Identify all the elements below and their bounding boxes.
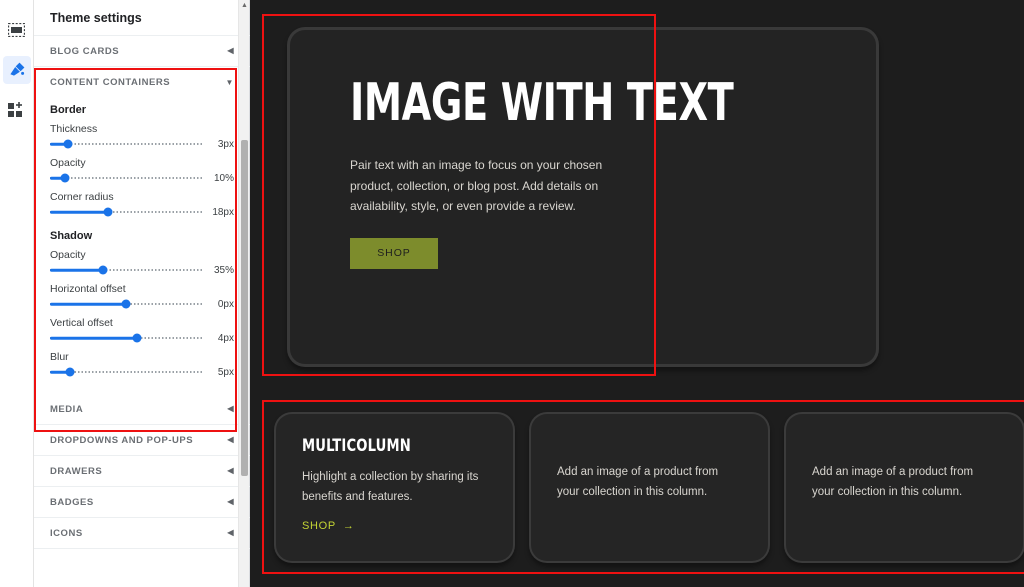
slider-track: [50, 143, 202, 145]
section-header-icons[interactable]: ICONS ◀: [34, 518, 250, 549]
section-header-content-containers[interactable]: CONTENT CONTAINERS ▼: [34, 67, 250, 98]
slider-value: 10%: [213, 172, 234, 184]
slider-value: 0px: [217, 298, 234, 310]
section-header-blog-cards[interactable]: BLOG CARDS ◀: [34, 36, 250, 67]
field-shadow-opacity: Opacity 35%: [50, 249, 234, 276]
theme-preview: IMAGE WITH TEXT Pair text with an image …: [250, 0, 1024, 587]
add-blocks-icon: [8, 102, 22, 117]
field-vertical-offset: Vertical offset 4px: [50, 317, 234, 344]
slider-thumb[interactable]: [60, 173, 70, 183]
chevron-left-icon: ◀: [227, 404, 234, 413]
slider-value: 5px: [217, 366, 234, 378]
section-label: DROPDOWNS AND POP-UPS: [50, 434, 194, 446]
field-border-thickness: Thickness 3px: [50, 123, 234, 150]
chevron-left-icon: ◀: [227, 46, 234, 55]
group-heading: Border: [50, 104, 87, 116]
field-label: Thickness: [50, 123, 98, 135]
scrollbar-thumb[interactable]: [241, 140, 248, 476]
slider-thumb[interactable]: [65, 367, 75, 377]
slider-border-opacity[interactable]: [50, 172, 202, 184]
field-label: Corner radius: [50, 191, 114, 203]
section-label: DRAWERS: [50, 465, 103, 477]
slider-track: [50, 177, 202, 179]
multicolumn-card-body: Add an image of a product from your coll…: [812, 466, 974, 499]
field-label: Horizontal offset: [50, 283, 126, 295]
multicolumn-card: MULTICOLUMN Highlight a collection by sh…: [274, 412, 515, 563]
panel-title: Theme settings: [34, 0, 250, 36]
field-label: Vertical offset: [50, 317, 113, 329]
icon-rail: [0, 0, 34, 587]
multicolumn-section: MULTICOLUMN Highlight a collection by sh…: [262, 400, 1024, 587]
group-heading: Shadow: [50, 230, 93, 242]
slider-corner-radius[interactable]: [50, 206, 202, 218]
image-with-text-card: IMAGE WITH TEXT Pair text with an image …: [287, 27, 879, 367]
slider-fill: [50, 302, 126, 306]
field-label: Opacity: [50, 157, 86, 169]
slider-border-thickness[interactable]: [50, 138, 202, 150]
slider-fill: [50, 210, 108, 214]
slider-shadow-opacity[interactable]: [50, 264, 202, 276]
section-label: CONTENT CONTAINERS: [50, 77, 171, 88]
slider-value: 18px: [212, 206, 234, 218]
section-label: MEDIA: [50, 403, 84, 415]
group-border: Border Thickness 3px Opacity 10% Corner …: [34, 104, 250, 224]
multicolumn-card: Add an image of a product from your coll…: [784, 412, 1024, 563]
multicolumn-card: Add an image of a product from your coll…: [529, 412, 770, 563]
chevron-down-icon: ▼: [225, 77, 234, 87]
scroll-up-arrow-icon[interactable]: ▲: [239, 0, 250, 11]
image-with-text-section: IMAGE WITH TEXT Pair text with an image …: [262, 4, 908, 390]
slider-thumb[interactable]: [98, 265, 108, 275]
field-label: Opacity: [50, 249, 86, 261]
hero-title: IMAGE WITH TEXT: [350, 73, 734, 133]
slider-value: 35%: [213, 264, 234, 276]
theme-brush-icon: [9, 62, 24, 76]
chevron-left-icon: ◀: [227, 435, 234, 444]
field-border-opacity: Opacity 10%: [50, 157, 234, 184]
rail-item-theme-settings[interactable]: [2, 56, 31, 84]
slider-thumb[interactable]: [103, 207, 113, 217]
slider-thumb[interactable]: [132, 333, 142, 343]
section-header-media[interactable]: MEDIA ◀: [34, 394, 250, 425]
hero-shop-button[interactable]: SHOP: [350, 237, 438, 269]
arrow-right-icon: →: [342, 520, 355, 533]
field-label: Blur: [50, 351, 69, 363]
section-label: BLOG CARDS: [50, 45, 120, 57]
sections-icon: [8, 23, 25, 37]
section-header-badges[interactable]: BADGES ◀: [34, 487, 250, 518]
rail-item-add-blocks[interactable]: [3, 96, 31, 124]
theme-settings-panel: Theme settings BLOG CARDS ◀ CONTENT CONT…: [34, 0, 250, 587]
theme-editor-window: Theme settings BLOG CARDS ◀ CONTENT CONT…: [0, 0, 1024, 587]
rail-item-sections[interactable]: [3, 16, 31, 44]
multicolumn-card-body: Add an image of a product from your coll…: [557, 466, 719, 499]
section-label: ICONS: [50, 527, 83, 539]
slider-vertical-offset[interactable]: [50, 332, 202, 344]
multicolumn-shop-label: SHOP: [302, 520, 336, 533]
panel-scrollbar[interactable]: ▲: [238, 0, 249, 587]
slider-fill: [50, 268, 104, 272]
slider-thumb[interactable]: [121, 299, 131, 309]
section-header-drawers[interactable]: DRAWERS ◀: [34, 456, 250, 487]
slider-horizontal-offset[interactable]: [50, 298, 202, 310]
slider-thumb[interactable]: [63, 139, 73, 149]
chevron-left-icon: ◀: [227, 466, 234, 475]
section-label: BADGES: [50, 496, 94, 508]
hero-body: Pair text with an image to focus on your…: [350, 157, 603, 214]
chevron-left-icon: ◀: [227, 528, 234, 537]
section-header-dropdowns-and-popups[interactable]: DROPDOWNS AND POP-UPS ◀: [34, 425, 250, 456]
slider-value: 3px: [217, 138, 234, 150]
multicolumn-card-body: Highlight a collection by sharing its be…: [302, 471, 479, 504]
slider-fill: [50, 336, 137, 340]
field-corner-radius: Corner radius 18px: [50, 191, 234, 218]
field-blur: Blur 5px: [50, 351, 234, 378]
slider-value: 4px: [217, 332, 234, 344]
group-shadow: Shadow Opacity 35% Horizontal offset 0px…: [34, 230, 250, 384]
chevron-left-icon: ◀: [227, 497, 234, 506]
multicolumn-card-title: MULTICOLUMN: [302, 436, 411, 456]
slider-blur[interactable]: [50, 366, 202, 378]
field-horizontal-offset: Horizontal offset 0px: [50, 283, 234, 310]
multicolumn-shop-link[interactable]: SHOP →: [302, 520, 487, 532]
